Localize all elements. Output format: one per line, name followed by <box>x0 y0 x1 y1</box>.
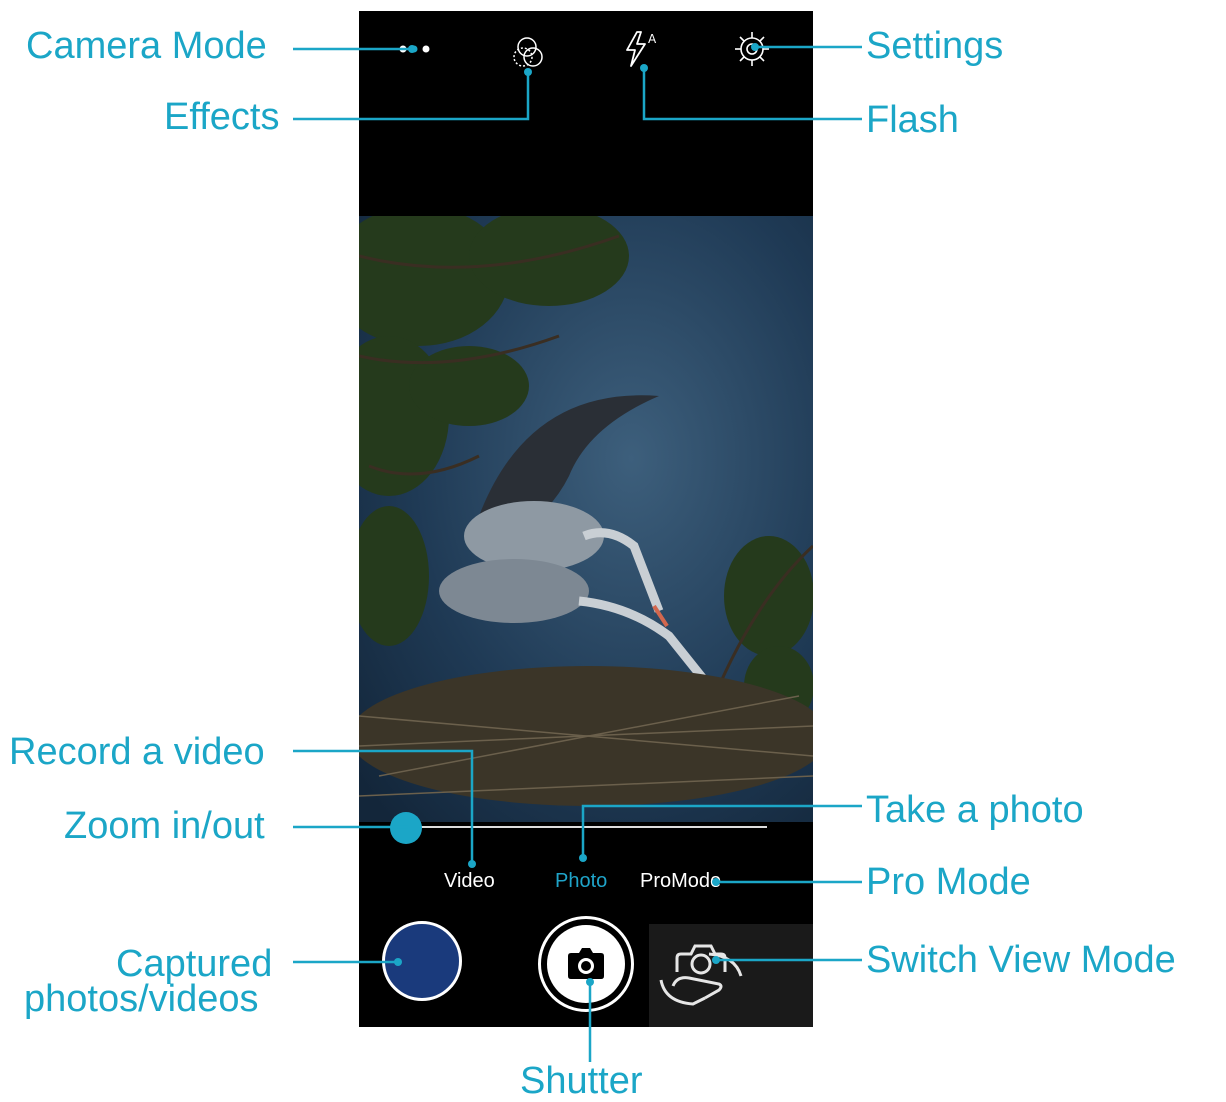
callout-pro-mode: Pro Mode <box>866 861 1031 903</box>
gallery-thumbnail[interactable] <box>382 921 462 1001</box>
callout-record-video: Record a video <box>9 731 265 773</box>
mode-photo[interactable]: Photo <box>555 870 607 893</box>
callout-shutter: Shutter <box>520 1060 643 1102</box>
callout-settings: Settings <box>866 25 1004 67</box>
callout-effects: Effects <box>164 96 280 138</box>
callout-captured-line2: photos/videos <box>24 978 259 1020</box>
zoom-slider-track[interactable] <box>405 826 767 828</box>
camera-preview[interactable] <box>359 216 813 822</box>
callout-take-photo: Take a photo <box>866 789 1084 831</box>
callout-switch-view: Switch View Mode <box>866 939 1176 981</box>
callout-flash: Flash <box>866 99 959 141</box>
callout-camera-mode: Camera Mode <box>26 25 267 67</box>
effects-icon[interactable] <box>511 35 549 71</box>
shutter-button[interactable] <box>538 916 634 1012</box>
flash-auto-icon[interactable]: A <box>621 29 661 69</box>
switch-camera-button[interactable] <box>649 924 813 1027</box>
callout-zoom: Zoom in/out <box>64 805 265 847</box>
settings-icon[interactable] <box>733 30 771 68</box>
shutter-camera-icon <box>568 948 604 979</box>
mode-video[interactable]: Video <box>444 870 495 893</box>
svg-text:A: A <box>648 32 657 46</box>
mode-promode[interactable]: ProMode <box>640 870 721 893</box>
switch-camera-icon <box>659 944 743 1006</box>
camera-app-screen: A Video Photo ProMode <box>359 11 813 1027</box>
zoom-slider-handle[interactable] <box>390 812 422 844</box>
camera-mode-icon[interactable] <box>397 39 437 59</box>
